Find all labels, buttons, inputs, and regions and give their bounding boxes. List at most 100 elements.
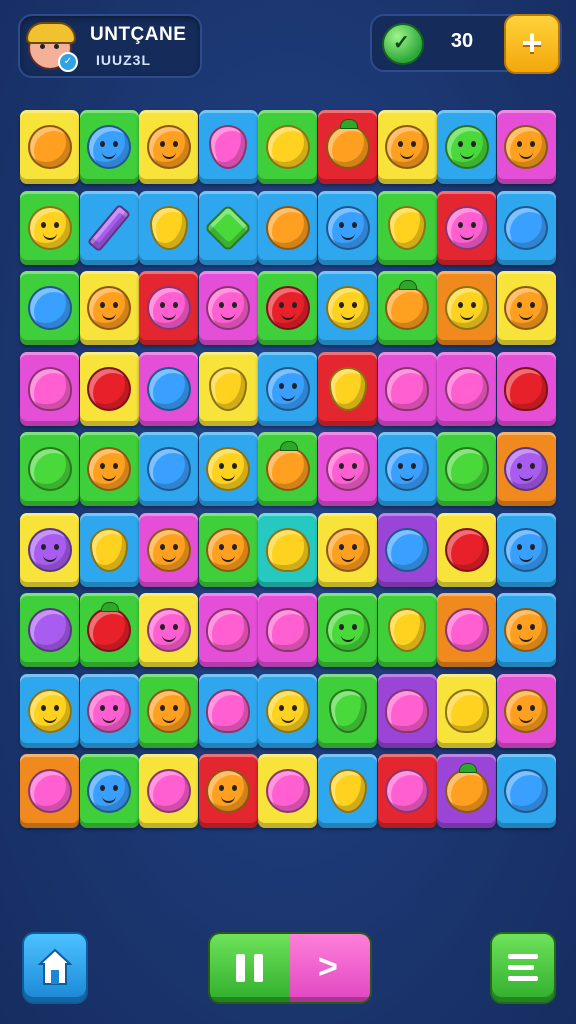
eye (113, 302, 119, 308)
board-tile[interactable] (437, 673, 497, 748)
board-tile[interactable] (258, 190, 318, 265)
eye (159, 302, 165, 308)
eye (40, 704, 46, 711)
pause-button[interactable] (210, 934, 290, 1002)
board-tile[interactable] (437, 351, 497, 426)
board-tile[interactable] (79, 593, 139, 667)
board-tile[interactable] (258, 512, 318, 587)
board-tile[interactable] (79, 432, 139, 506)
board-tile[interactable] (496, 754, 556, 828)
board-tile[interactable] (20, 754, 79, 828)
play-button[interactable]: > (290, 934, 370, 1002)
eye (398, 141, 404, 147)
board-tile[interactable] (258, 673, 318, 748)
board-tile[interactable] (258, 271, 318, 345)
board-tile[interactable] (318, 351, 377, 426)
board-tile[interactable] (139, 673, 199, 748)
board-tile[interactable] (20, 110, 79, 184)
board-tile[interactable] (437, 754, 497, 828)
board-tile[interactable] (377, 512, 437, 587)
board-tile[interactable] (496, 190, 556, 265)
board-tile[interactable] (377, 271, 437, 345)
board-tile[interactable] (496, 432, 556, 506)
board-tile[interactable] (377, 110, 437, 184)
menu-button[interactable] (490, 932, 556, 1004)
board-tile[interactable] (79, 190, 139, 265)
board-tile[interactable] (139, 190, 199, 265)
face-piece-icon (27, 527, 72, 572)
board-tile[interactable] (198, 512, 258, 587)
board-tile[interactable] (139, 351, 199, 426)
board-tile[interactable] (198, 754, 258, 828)
avatar[interactable]: ✓ (22, 18, 78, 72)
board-tile[interactable] (198, 351, 258, 426)
board-tile[interactable] (437, 512, 497, 587)
board-tile[interactable] (20, 271, 79, 345)
board-tile[interactable] (437, 190, 497, 265)
board-tile[interactable] (198, 110, 258, 184)
board-tile[interactable] (496, 512, 556, 587)
board-tile[interactable] (79, 673, 139, 748)
board-tile[interactable] (496, 673, 556, 748)
board-tile[interactable] (437, 271, 497, 345)
board-tile[interactable] (20, 351, 79, 426)
board-tile[interactable] (258, 351, 318, 426)
board-tile[interactable] (258, 754, 318, 828)
board-tile[interactable] (377, 754, 437, 828)
board-tile[interactable] (377, 593, 437, 667)
board-tile[interactable] (496, 271, 556, 345)
board-tile[interactable] (198, 190, 258, 265)
board-tile[interactable] (377, 351, 437, 426)
board-tile[interactable] (139, 754, 199, 828)
board-tile[interactable] (198, 271, 258, 345)
board-tile[interactable] (139, 271, 199, 345)
add-currency-button[interactable]: + (504, 14, 560, 74)
board-tile[interactable] (318, 512, 377, 587)
menu-icon (508, 954, 538, 959)
board-tile[interactable] (377, 432, 437, 506)
avatar-hair (26, 22, 76, 44)
board-tile[interactable] (496, 593, 556, 667)
board-tile[interactable] (139, 593, 199, 667)
board-tile[interactable] (318, 110, 377, 184)
board-tile[interactable] (20, 190, 79, 265)
face-piece-icon (265, 286, 310, 330)
board-tile[interactable] (139, 110, 199, 184)
board-tile[interactable] (496, 351, 556, 426)
board-tile[interactable] (437, 593, 497, 667)
board-tile[interactable] (377, 190, 437, 265)
board-tile[interactable] (198, 673, 258, 748)
board-tile[interactable] (79, 512, 139, 587)
board-tile[interactable] (79, 271, 139, 345)
face-piece-icon (385, 447, 430, 491)
board-tile[interactable] (20, 512, 79, 587)
board-tile[interactable] (139, 432, 199, 506)
board-tile[interactable] (318, 754, 377, 828)
board-tile[interactable] (20, 593, 79, 667)
board-tile[interactable] (437, 110, 497, 184)
eye (457, 221, 463, 228)
board-tile[interactable] (258, 593, 318, 667)
board-tile[interactable] (198, 432, 258, 506)
board-tile[interactable] (79, 351, 139, 426)
board-tile[interactable] (258, 110, 318, 184)
home-button[interactable] (22, 932, 88, 1004)
board-tile[interactable] (198, 593, 258, 667)
eye (530, 624, 536, 630)
board-tile[interactable] (318, 432, 377, 506)
board-tile[interactable] (318, 271, 377, 345)
player-profile-panel[interactable]: ✓ UNTÇANE IUUZ3L (18, 14, 202, 78)
board-tile[interactable] (79, 754, 139, 828)
board-tile[interactable] (496, 110, 556, 184)
eye (113, 785, 119, 791)
board-tile[interactable] (20, 432, 79, 506)
board-tile[interactable] (20, 673, 79, 748)
board-tile[interactable] (258, 432, 318, 506)
board-tile[interactable] (437, 432, 497, 506)
board-tile[interactable] (377, 673, 437, 748)
board-tile[interactable] (318, 673, 377, 748)
board-tile[interactable] (139, 512, 199, 587)
board-tile[interactable] (79, 110, 139, 184)
board-tile[interactable] (318, 593, 377, 667)
board-tile[interactable] (318, 190, 377, 265)
